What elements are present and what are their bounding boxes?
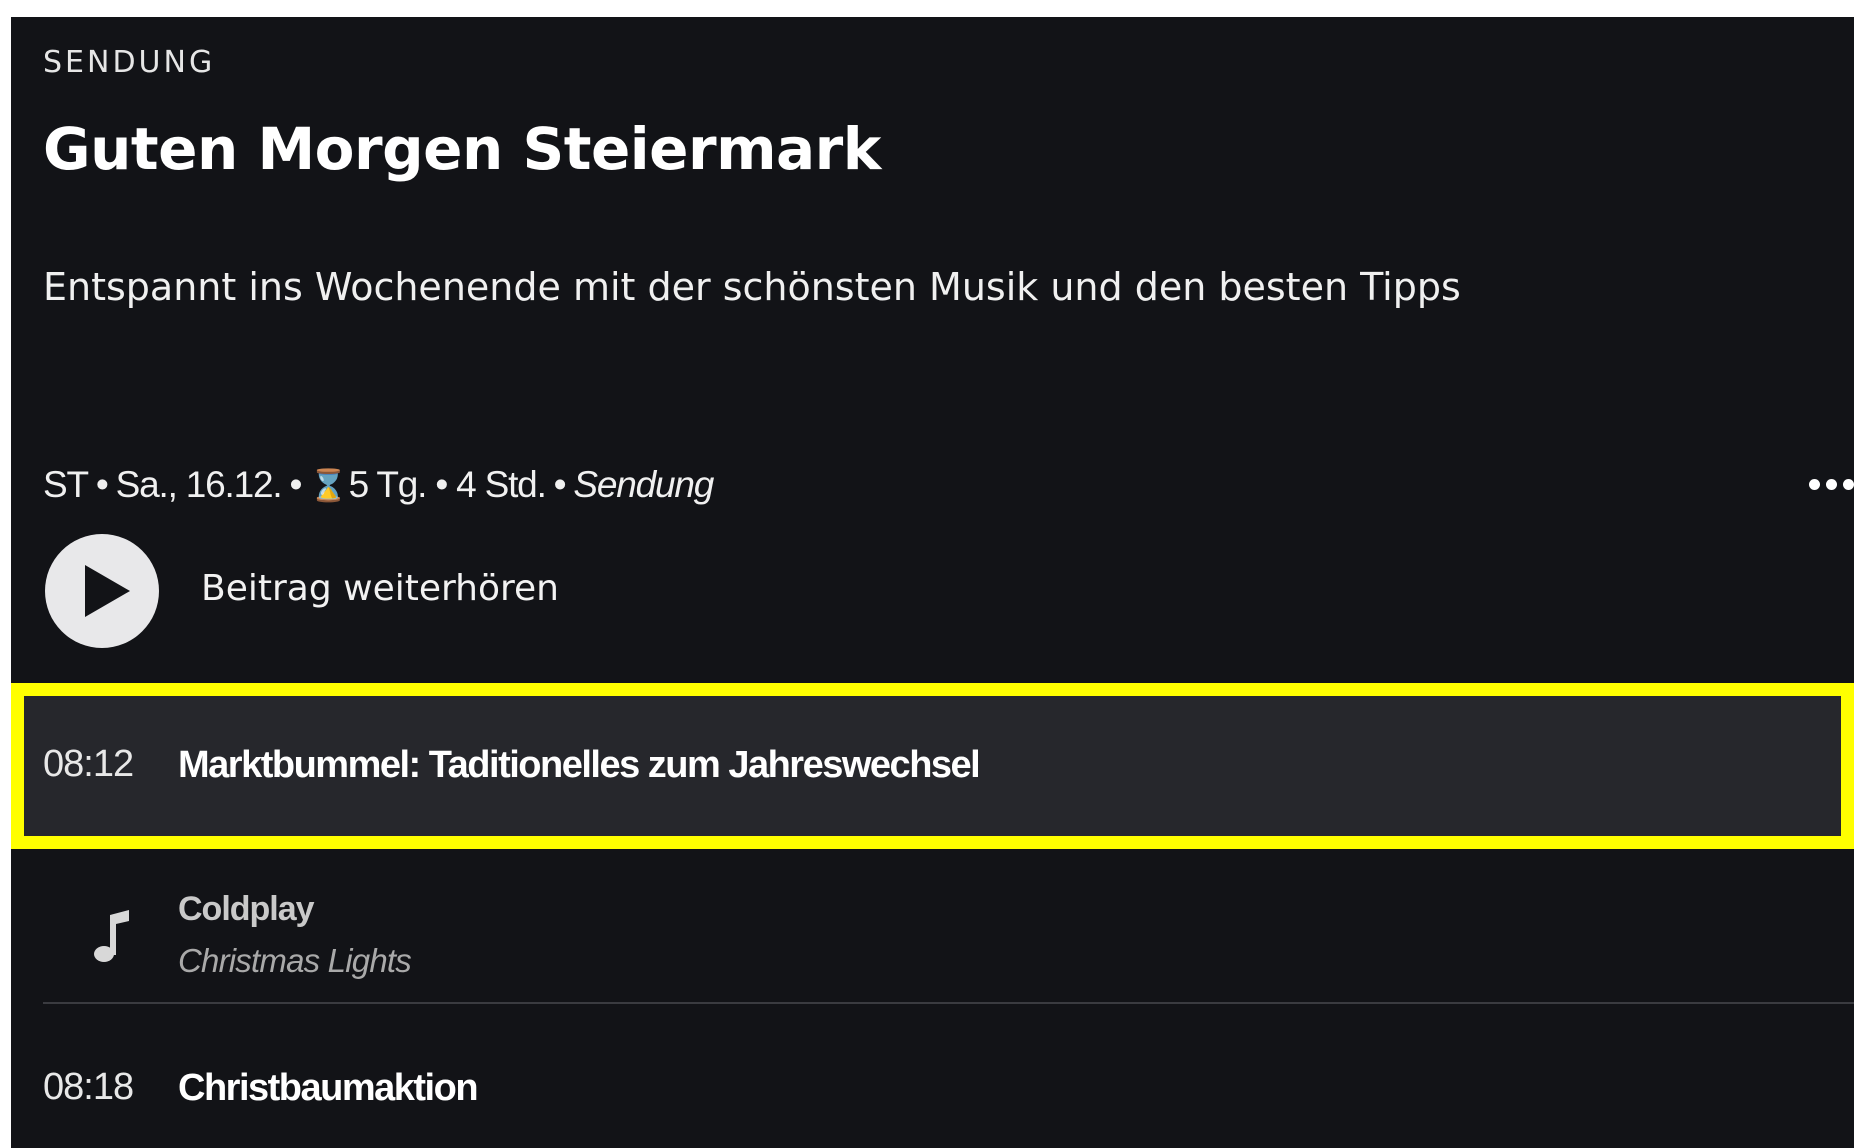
play-button[interactable] (45, 534, 159, 648)
segment-time: 08:18 (43, 1066, 134, 1108)
segment-row-highlighted[interactable]: 08:12 Marktbummel: Taditionelles zum Jah… (11, 683, 1854, 849)
play-icon (85, 565, 130, 617)
more-icon-dot (1843, 479, 1854, 490)
song-row[interactable]: Coldplay Christmas Lights (11, 885, 1854, 1015)
play-label[interactable]: Beitrag weiterhören (201, 568, 559, 609)
more-icon-dot (1809, 479, 1820, 490)
broadcast-date: Sa., 16.12. (115, 464, 283, 505)
song-title: Christmas Lights (178, 942, 412, 979)
show-title: Guten Morgen Steiermark (43, 115, 881, 183)
meta-separator: • (553, 464, 567, 505)
hourglass-icon: ⌛ (309, 467, 348, 503)
meta-separator: • (95, 464, 109, 505)
section-kicker: SENDUNG (43, 45, 216, 80)
meta-separator: • (289, 464, 302, 505)
segment-time: 08:12 (43, 743, 134, 785)
availability-remaining: 5 Tg. • 4 Std. (348, 464, 547, 505)
station-code: ST (43, 464, 89, 505)
segment-title: Christbaumaktion (178, 1067, 479, 1109)
row-divider (43, 1002, 1854, 1004)
segment-row[interactable]: 08:18 Christbaumaktion (11, 1052, 1854, 1132)
music-note-icon (94, 910, 129, 962)
show-description: Entspannt ins Wochenende mit der schönst… (43, 265, 1461, 309)
show-meta: ST • Sa., 16.12. • ⌛ 5 Tg. • 4 Std. • Se… (43, 464, 714, 506)
more-options-button[interactable] (1809, 479, 1854, 490)
segment-title: Marktbummel: Taditionelles zum Jahreswec… (178, 744, 981, 786)
show-panel: SENDUNG Guten Morgen Steiermark Entspann… (11, 17, 1854, 1148)
more-icon-dot (1826, 479, 1837, 490)
song-artist: Coldplay (178, 890, 315, 928)
content-type: Sendung (573, 464, 714, 505)
